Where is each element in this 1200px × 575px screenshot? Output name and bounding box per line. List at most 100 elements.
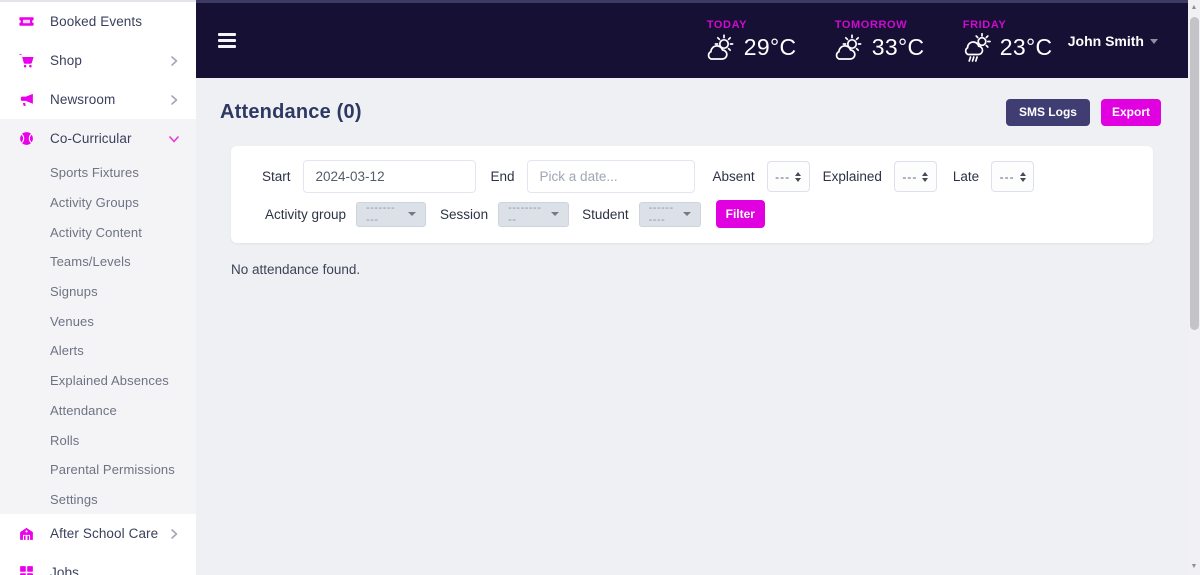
sidebar-item-signups[interactable]: Signups [0, 276, 196, 307]
cart-icon [18, 52, 35, 69]
sidebar-item-label: Rolls [50, 432, 80, 448]
sidebar-item-label: Settings [50, 491, 98, 507]
absent-label: Absent [712, 169, 755, 184]
student-select[interactable]: ---------- [638, 201, 701, 227]
page-title: Attendance (0) [220, 100, 362, 123]
select-updown-icon [795, 171, 802, 182]
title-actions: SMS Logs Export [1005, 98, 1161, 126]
chevron-down-icon [551, 212, 560, 216]
select-updown-icon [1019, 171, 1026, 182]
select-updown-icon [922, 171, 929, 182]
weather-day-label: FRIDAY [962, 18, 1007, 31]
weather-strip: TODAY 29°C TOMORROW 33°C FRIDAY 23°C [704, 19, 1064, 63]
start-date-input[interactable] [302, 160, 476, 193]
end-label: End [490, 169, 515, 184]
sidebar-item-booked-events[interactable]: Booked Events [0, 2, 196, 41]
session-select-value: ---------- [508, 202, 542, 226]
sidebar-item-sports-fixtures[interactable]: Sports Fixtures [0, 158, 196, 188]
ball-icon [18, 130, 35, 147]
activity-group-select-value: ---------- [366, 202, 396, 226]
school-icon [18, 525, 35, 542]
filter-row-2: Activity group ---------- Session ------… [262, 200, 1153, 228]
sidebar-item-label: Activity Groups [50, 195, 139, 211]
sidebar-item-shop[interactable]: Shop [0, 41, 196, 80]
sidebar-item-settings[interactable]: Settings [0, 484, 196, 515]
vertical-scrollbar[interactable]: ▲ ▼ [1188, 0, 1200, 575]
sidebar-item-label: Activity Content [50, 224, 142, 240]
late-select[interactable]: --- [991, 161, 1035, 192]
title-bar: Attendance (0) SMS Logs Export [196, 78, 1188, 146]
weather-tomorrow: TOMORROW 33°C [832, 19, 936, 63]
hamburger-menu-icon[interactable] [218, 33, 238, 48]
sidebar-item-co-curricular[interactable]: Co-Curricular [0, 119, 196, 158]
weather-today: TODAY 29°C [704, 19, 808, 63]
sidebar-item-teams-levels[interactable]: Teams/Levels [0, 247, 196, 277]
start-label: Start [262, 169, 291, 184]
grid-icon [18, 564, 35, 575]
sun-cloud-icon [704, 33, 738, 63]
user-name: John Smith [1067, 32, 1144, 49]
sidebar-item-attendance[interactable]: Attendance [0, 395, 196, 426]
activity-group-label: Activity group [265, 206, 347, 222]
explained-select-value: --- [902, 169, 918, 184]
sidebar-item-rolls[interactable]: Rolls [0, 425, 196, 455]
sidebar-item-label: After School Care [50, 526, 159, 542]
chevron-down-icon [408, 212, 417, 216]
sidebar-item-jobs[interactable]: Jobs [0, 553, 196, 575]
sidebar-item-label: Newsroom [50, 92, 116, 107]
explained-select[interactable]: --- [893, 161, 937, 192]
scroll-down-icon[interactable]: ▼ [1188, 561, 1200, 573]
sidebar: Booked Events Shop Newsroom Co-Curricular Sp… [0, 0, 196, 575]
sidebar-item-label: Booked Events [50, 14, 143, 29]
sidebar-item-after-school-care[interactable]: After School Care [0, 514, 196, 553]
chevron-right-icon [168, 94, 180, 106]
session-select[interactable]: ---------- [498, 201, 570, 227]
user-menu[interactable]: John Smith [1068, 33, 1158, 49]
absent-select[interactable]: --- [766, 161, 810, 192]
late-label: Late [952, 169, 980, 184]
weather-day-label: TODAY [706, 18, 748, 31]
scroll-up-icon[interactable]: ▲ [1188, 2, 1200, 14]
session-label: Session [440, 206, 489, 222]
weather-temp: 33°C [871, 34, 925, 60]
activity-group-select[interactable]: ---------- [356, 201, 427, 227]
ticket-icon [18, 13, 35, 30]
megaphone-icon [18, 91, 35, 108]
scrollbar-thumb[interactable] [1189, 17, 1199, 330]
sidebar-item-label: Jobs [50, 565, 79, 575]
sidebar-item-label: Signups [50, 284, 98, 300]
sidebar-item-newsroom[interactable]: Newsroom [0, 80, 196, 119]
sidebar-item-label: Attendance [50, 402, 117, 418]
chevron-down-icon [1150, 39, 1158, 44]
chevron-down-icon [168, 133, 180, 145]
sidebar-item-parental-permissions[interactable]: Parental Permissions [0, 454, 196, 485]
student-select-value: ---------- [648, 202, 674, 226]
weather-temp: 29°C [743, 34, 797, 60]
late-select-value: --- [999, 169, 1015, 184]
weather-friday: FRIDAY 23°C [960, 19, 1064, 63]
export-button[interactable]: Export [1100, 98, 1161, 126]
chevron-right-icon [168, 528, 180, 540]
sun-rain-icon [960, 32, 994, 63]
sidebar-item-label: Co-Curricular [50, 131, 132, 146]
filter-card: Start End Absent --- Explained --- Late … [231, 146, 1153, 243]
explained-label: Explained [822, 169, 882, 184]
absent-select-value: --- [775, 169, 791, 184]
sidebar-item-activity-groups[interactable]: Activity Groups [0, 187, 196, 218]
weather-temp: 23°C [999, 34, 1053, 60]
sidebar-item-alerts[interactable]: Alerts [0, 336, 196, 366]
sidebar-item-venues[interactable]: Venues [0, 306, 196, 337]
end-date-input[interactable] [526, 160, 695, 193]
sidebar-item-label: Alerts [50, 343, 84, 359]
sidebar-item-label: Venues [50, 313, 94, 329]
student-label: Student [582, 206, 629, 222]
sidebar-item-explained-absences[interactable]: Explained Absences [0, 365, 196, 396]
sidebar-item-label: Teams/Levels [50, 254, 131, 270]
sms-logs-button[interactable]: SMS Logs [1005, 98, 1090, 126]
main-content: Attendance (0) SMS Logs Export Start End… [196, 78, 1188, 575]
chevron-right-icon [168, 55, 180, 67]
sidebar-item-label: Parental Permissions [50, 462, 175, 478]
sidebar-item-activity-content[interactable]: Activity Content [0, 217, 196, 248]
empty-state-message: No attendance found. [231, 262, 361, 277]
filter-button[interactable]: Filter [715, 200, 765, 228]
